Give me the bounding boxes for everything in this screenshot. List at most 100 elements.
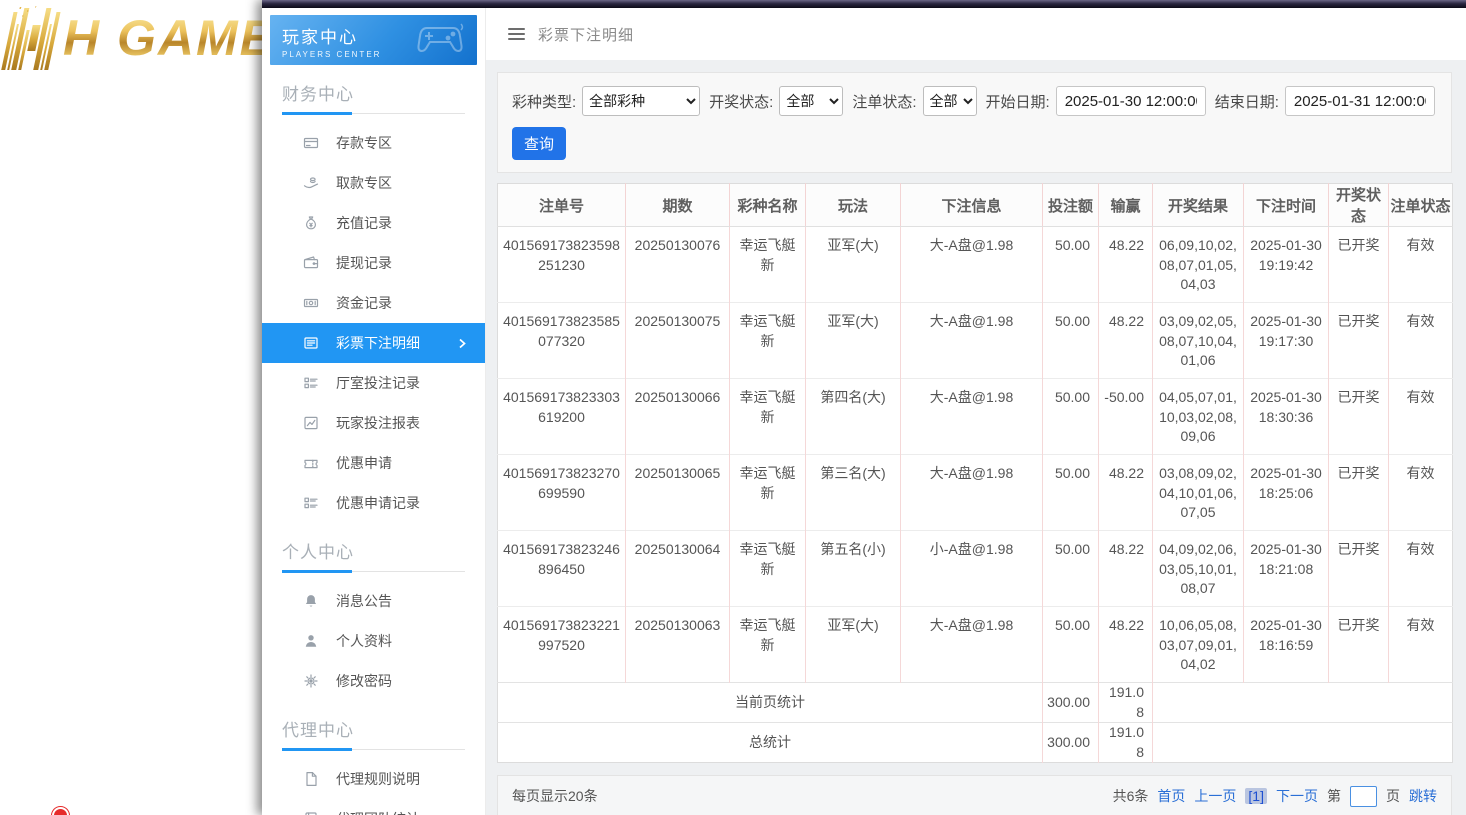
order-status-select[interactable]: 全部: [923, 86, 977, 116]
sidebar-item-agent-team-stats[interactable]: 代理团队统计: [262, 799, 485, 815]
cell: 50.00: [1043, 607, 1099, 683]
cell: 04,05,07,01,10,03,02,08,09,06: [1153, 379, 1244, 455]
sidebar-item-label: 取款专区: [336, 173, 392, 193]
cell: 有效: [1389, 455, 1453, 531]
draw-status-label: 开奖状态:: [709, 91, 773, 112]
cell: 2025-01-30 18:25:06: [1244, 455, 1329, 531]
current-page-badge[interactable]: [1]: [1245, 788, 1267, 804]
start-date-label: 开始日期:: [986, 91, 1050, 112]
sidebar-item-profile[interactable]: 个人资料: [262, 621, 485, 661]
breadcrumb: 彩票下注明细: [538, 24, 634, 45]
logo-sparkle-dots: [14, 4, 43, 20]
gamepad-icon: [417, 22, 469, 56]
col-header-7: 开奖结果: [1153, 184, 1244, 227]
sidebar-item-funds-records[interactable]: 资金记录: [262, 283, 485, 323]
query-button[interactable]: 查询: [512, 127, 566, 160]
cell: 50.00: [1043, 227, 1099, 303]
cell: 20250130065: [626, 455, 730, 531]
sidebar-item-label: 优惠申请: [336, 453, 392, 473]
banknote-icon: [303, 295, 319, 311]
section-underline: [282, 747, 465, 750]
cell: 20250130064: [626, 531, 730, 607]
ticket-icon: [303, 455, 319, 471]
order-status-label: 注单状态:: [852, 91, 916, 112]
cell: 幸运飞艇新: [730, 303, 806, 379]
cell: 48.22: [1099, 607, 1153, 683]
cell: 2025-01-30 18:30:36: [1244, 379, 1329, 455]
sidebar-item-agent-rules[interactable]: 代理规则说明: [262, 759, 485, 799]
summary-winloss-total: 191.08: [1099, 683, 1153, 723]
sidebar-item-label: 充值记录: [336, 213, 392, 233]
sidebar-item-hall-bet-records[interactable]: 厅室投注记录: [262, 363, 485, 403]
cell: 401569173823270699590: [498, 455, 626, 531]
draw-status-select[interactable]: 全部: [779, 86, 843, 116]
cell: 20250130075: [626, 303, 730, 379]
topbar: 彩票下注明细: [486, 8, 1466, 60]
prev-page-link[interactable]: 上一页: [1194, 786, 1236, 806]
summary-winloss-total: 191.08: [1099, 723, 1153, 763]
sidebar-item-player-bet-report[interactable]: 玩家投注报表: [262, 403, 485, 443]
summary-label: 当前页统计: [498, 683, 1043, 723]
cell: 50.00: [1043, 455, 1099, 531]
cell: 已开奖: [1329, 303, 1389, 379]
gear-icon: [303, 673, 319, 689]
sidebar-item-label: 个人资料: [336, 631, 392, 651]
page-size-text: 每页显示20条: [512, 786, 598, 806]
cell: -50.00: [1099, 379, 1153, 455]
content-area: 彩种类型: 全部彩种 开奖状态: 全部 注单状态: 全部: [486, 60, 1466, 815]
cell: 幸运飞艇新: [730, 227, 806, 303]
first-page-link[interactable]: 首页: [1157, 786, 1185, 806]
col-header-3: 玩法: [806, 184, 901, 227]
sidebar-item-lottery-bet-details[interactable]: 彩票下注明细: [262, 323, 485, 363]
cell: 幸运飞艇新: [730, 607, 806, 683]
start-date-input[interactable]: [1056, 86, 1206, 116]
cell: 第五名(小): [806, 531, 901, 607]
sidebar-item-deposit-zone[interactable]: 存款专区: [262, 123, 485, 163]
summary-bet-total: 300.00: [1043, 683, 1099, 723]
cell: 有效: [1389, 607, 1453, 683]
list-check-icon: [303, 495, 319, 511]
next-page-link[interactable]: 下一页: [1276, 786, 1318, 806]
sidebar-item-messages-announcements[interactable]: 消息公告: [262, 581, 485, 621]
cell: 03,08,09,02,04,10,01,06,07,05: [1153, 455, 1244, 531]
cell: 亚军(大): [806, 607, 901, 683]
cell: 20250130066: [626, 379, 730, 455]
cell: 已开奖: [1329, 607, 1389, 683]
sidebar-item-promo-application[interactable]: 优惠申请: [262, 443, 485, 483]
sidebar-item-label: 修改密码: [336, 671, 392, 691]
cell: 401569173823246896450: [498, 531, 626, 607]
lottery-type-select[interactable]: 全部彩种: [582, 86, 700, 116]
col-header-2: 彩种名称: [730, 184, 806, 227]
cell: 48.22: [1099, 227, 1153, 303]
sidebar-item-change-password[interactable]: 修改密码: [262, 661, 485, 701]
sidebar-item-withdraw-zone[interactable]: 取款专区: [262, 163, 485, 203]
sidebar-item-promo-application-records[interactable]: 优惠申请记录: [262, 483, 485, 523]
col-header-6: 输赢: [1099, 184, 1153, 227]
bets-table: 注单号期数彩种名称玩法下注信息投注额输赢开奖结果下注时间开奖状态注单状态 401…: [497, 183, 1453, 763]
cell: 10,06,05,08,03,07,09,01,04,02: [1153, 607, 1244, 683]
table-row: 40156917382358507732020250130075幸运飞艇新亚军(…: [498, 303, 1453, 379]
screen: H GAMES 玩家中心 PLAYERS CENTER 财务中心存款专区取款专区…: [0, 0, 1466, 815]
jump-link[interactable]: 跳转: [1409, 786, 1437, 806]
sidebar-item-label: 提现记录: [336, 253, 392, 273]
section-underline: [282, 569, 465, 572]
cell: 48.22: [1099, 531, 1153, 607]
cell: 大-A盘@1.98: [901, 455, 1043, 531]
end-date-input[interactable]: [1285, 86, 1435, 116]
sidebar-item-recharge-records[interactable]: 充值记录: [262, 203, 485, 243]
sidebar-item-withdrawal-records[interactable]: 提现记录: [262, 243, 485, 283]
bell-icon: [303, 593, 319, 609]
jump-page-input[interactable]: [1350, 786, 1377, 807]
cell: 幸运飞艇新: [730, 531, 806, 607]
menu-toggle-icon[interactable]: [508, 28, 525, 40]
cell: 06,09,10,02,08,07,01,05,04,03: [1153, 227, 1244, 303]
cell: 大-A盘@1.98: [901, 227, 1043, 303]
cell: 48.22: [1099, 455, 1153, 531]
cell: 已开奖: [1329, 227, 1389, 303]
cell: 有效: [1389, 303, 1453, 379]
hand-coins-icon: [303, 175, 319, 191]
section-title: 财务中心: [262, 65, 485, 111]
cell: 20250130063: [626, 607, 730, 683]
cell: 401569173823585077320: [498, 303, 626, 379]
section-title: 代理中心: [262, 701, 485, 747]
